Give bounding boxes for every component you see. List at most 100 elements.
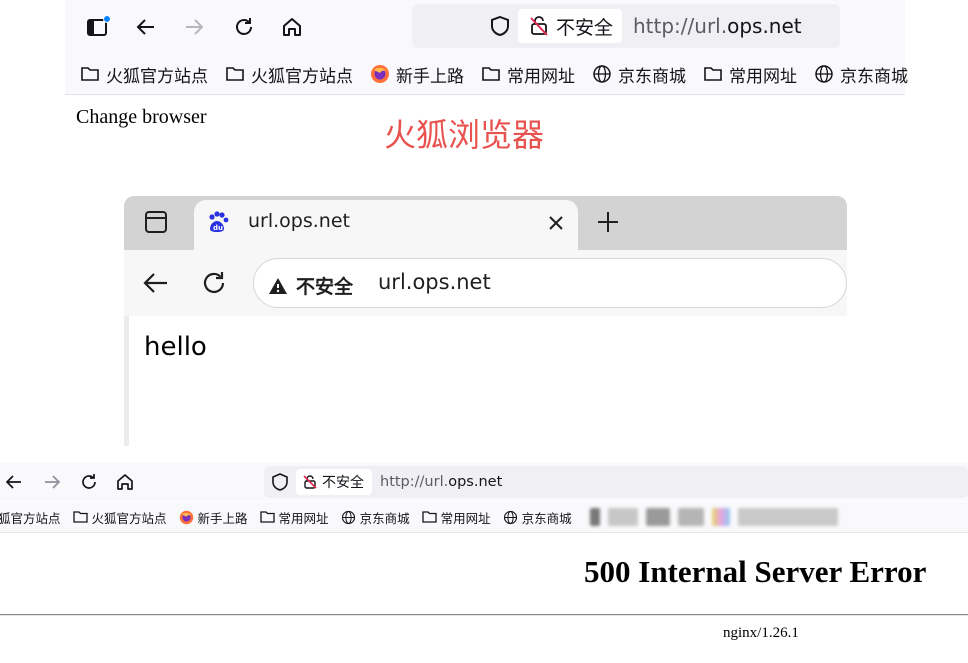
chrome-insecure-label: 不安全 [296,276,354,298]
redacted-block [608,508,638,526]
change-browser-note: Change browser [76,106,207,128]
globe-icon [341,510,356,525]
arrow-left-icon [4,472,24,492]
page-hello-text: hello [144,332,207,362]
bookmark-item[interactable]: 京东商城 [341,502,410,532]
home-button-bottom[interactable] [115,472,135,492]
reload-button-bottom[interactable] [79,472,99,492]
bookmark-item[interactable]: 京东商城 [814,59,908,89]
shield-icon [270,472,290,492]
bookmark-item[interactable]: 常用网址 [259,502,329,532]
bookmark-item[interactable]: 京东商城 [503,502,572,532]
arrow-left-icon [141,268,171,298]
url-text[interactable]: http://url.ops.net [633,14,802,38]
tab-title: url.ops.net [248,210,350,232]
forward-button-bottom[interactable] [42,472,62,492]
error-divider [0,614,968,616]
url-text-bottom[interactable]: http://url.ops.net [380,474,502,490]
bookmark-label: 京东商城 [359,510,410,526]
bookmark-item[interactable]: 狐官方站点 [0,502,61,532]
error-title: 500 Internal Server Error [584,554,927,589]
home-icon [280,15,304,39]
chrome-url-text[interactable]: url.ops.net [378,270,491,294]
tracking-protection-button[interactable] [482,8,518,44]
back-button-bottom[interactable] [4,472,24,492]
bookmark-label: 京东商城 [840,66,908,87]
bookmark-label: 常用网址 [440,510,491,526]
bookmark-item[interactable]: 常用网址 [481,59,575,89]
warning-icon [268,276,288,296]
globe-icon [592,64,612,84]
bookmark-item[interactable]: 火狐官方站点 [72,502,167,532]
arrow-left-icon [134,15,158,39]
chrome-reload-button[interactable] [196,265,232,301]
bookmark-label: 常用网址 [507,66,575,87]
bookmark-label: 常用网址 [729,66,797,87]
bookmark-item[interactable]: 京东商城 [592,59,686,89]
bookmark-item[interactable]: 常用网址 [421,502,491,532]
bookmark-label: 新手上路 [396,66,464,87]
back-button[interactable] [128,9,164,45]
bookmark-item[interactable]: 火狐官方站点 [80,59,208,89]
chrome-insecure-chip[interactable]: 不安全 [268,272,353,299]
lock-slash-icon [302,474,318,490]
bookmark-label: 火狐官方站点 [91,510,167,526]
reload-button[interactable] [226,9,262,45]
url-prefix: http://url. [633,14,728,38]
arrow-right-icon [182,15,206,39]
redacted-bookmarks [590,508,838,526]
home-button[interactable] [274,9,310,45]
new-tab-button[interactable] [594,208,622,236]
bookmark-label: 狐官方站点 [0,510,61,526]
arrow-right-icon [42,472,62,492]
redacted-block [738,508,838,526]
redacted-block [678,508,704,526]
tab-search-button[interactable] [138,205,174,239]
sidebar-icon [85,14,111,40]
chrome-page-content [124,316,847,446]
firefox-caption: 火狐浏览器 [384,116,545,154]
folder-icon [225,65,245,83]
bookmarks-list-bottom: 狐官方站点 火狐官方站点 新手上路 常用网址 京东商城 常用网址 京东商城 [0,502,572,532]
insecure-indicator[interactable]: 不安全 [518,9,622,43]
url-prefix-bottom: http://url. [380,474,449,490]
tracking-protection-button-bottom[interactable] [270,472,290,492]
reload-icon [199,268,229,298]
folder-icon [80,65,100,83]
firefox-icon [370,64,390,84]
url-host-bottom: ops.net [448,474,503,490]
url-host: ops.net [727,14,802,38]
redacted-block [646,508,670,526]
close-icon [547,214,565,232]
bookmark-label: 新手上路 [197,510,248,526]
lock-slash-icon [528,15,550,37]
svg-text:du: du [213,224,223,232]
window-icon [143,209,169,235]
bookmark-label: 火狐官方站点 [251,66,353,87]
sidebar-toggle-button[interactable] [80,9,116,45]
server-version: nginx/1.26.1 [723,625,799,641]
bookmark-item[interactable]: 火狐官方站点 [225,59,353,89]
home-icon [115,472,135,492]
baidu-icon: du [205,209,231,235]
bookmark-label: 常用网址 [278,510,329,526]
chrome-back-button[interactable] [138,265,174,301]
redacted-block [590,508,600,526]
reload-icon [79,472,99,492]
folder-icon [421,510,437,524]
bookmarks-bar: 火狐官方站点 火狐官方站点 新手上路 常用网址 京东商城 常用网址 京东商城 [80,59,908,89]
insecure-label: 不安全 [556,16,614,39]
bookmark-label: 火狐官方站点 [106,66,208,87]
tab-close-button[interactable] [544,211,568,235]
forward-button[interactable] [176,9,212,45]
insecure-indicator-bottom[interactable]: 不安全 [296,469,372,495]
bookmark-item[interactable]: 新手上路 [370,59,464,89]
firefox-icon [179,510,194,525]
folder-icon [481,65,501,83]
shield-icon [488,14,512,38]
bookmark-label: 京东商城 [618,66,686,87]
bookmark-item[interactable]: 新手上路 [179,502,248,532]
folder-icon [72,510,88,524]
bookmark-item[interactable]: 常用网址 [703,59,797,89]
insecure-label-bottom: 不安全 [322,475,364,491]
